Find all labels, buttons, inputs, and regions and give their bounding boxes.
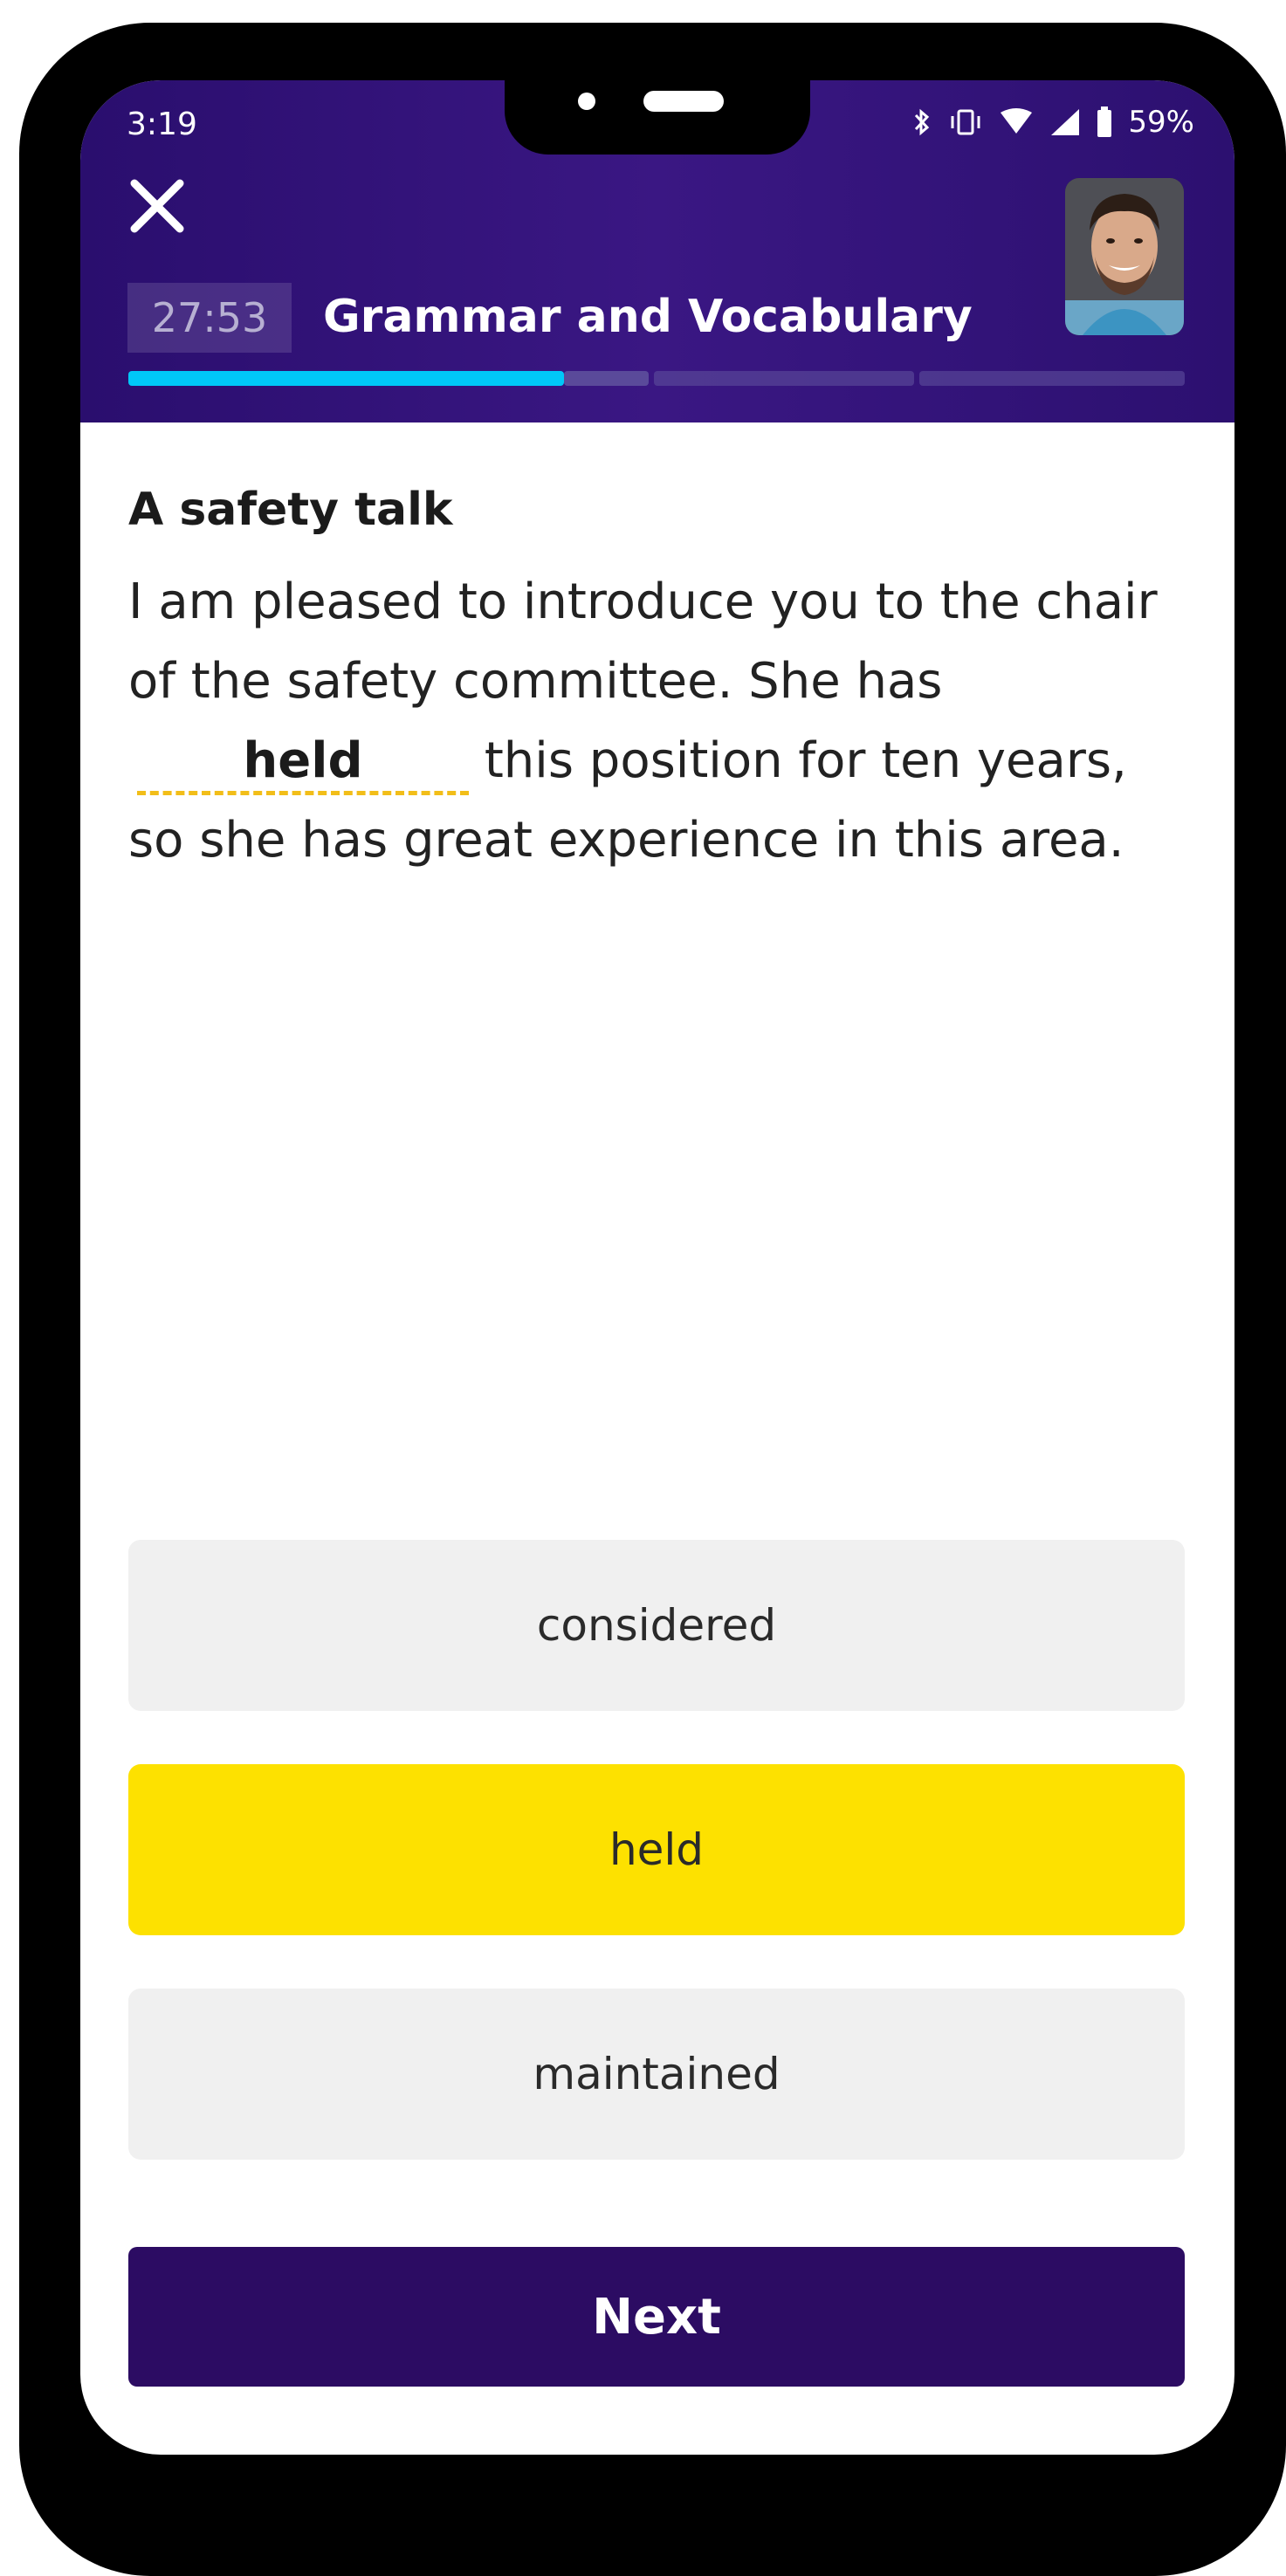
battery-icon bbox=[1097, 106, 1112, 137]
signal-icon bbox=[1051, 109, 1080, 135]
progress-bar bbox=[128, 371, 1185, 386]
vibrate-icon bbox=[951, 109, 980, 135]
progress-fill bbox=[128, 371, 564, 386]
progress-segment bbox=[919, 371, 1185, 386]
status-icons: 59% bbox=[911, 105, 1194, 140]
camera-icon bbox=[578, 93, 595, 110]
countdown-timer: 27:53 bbox=[127, 283, 292, 353]
question-passage: I am pleased to introduce you to the cha… bbox=[128, 562, 1189, 880]
wifi-icon bbox=[1001, 108, 1033, 134]
progress-segment bbox=[654, 371, 914, 386]
app-screen: 3:19 59% 27:53 Grammar and Vocabulary A … bbox=[80, 80, 1234, 2455]
option-considered[interactable]: considered bbox=[128, 1540, 1185, 1711]
speaker-icon bbox=[643, 91, 724, 112]
battery-percent: 59% bbox=[1128, 105, 1194, 140]
header: 3:19 59% 27:53 Grammar and Vocabulary bbox=[80, 80, 1234, 422]
option-held[interactable]: held bbox=[128, 1764, 1185, 1935]
section-title: Grammar and Vocabulary bbox=[323, 291, 973, 343]
close-icon[interactable] bbox=[129, 178, 185, 234]
bluetooth-icon bbox=[915, 108, 930, 136]
option-maintained[interactable]: maintained bbox=[128, 1989, 1185, 2160]
answer-gap[interactable]: held bbox=[137, 732, 469, 795]
next-button[interactable]: Next bbox=[128, 2247, 1185, 2387]
tutor-avatar bbox=[1065, 178, 1184, 335]
status-time: 3:19 bbox=[127, 106, 197, 142]
progress-segment bbox=[564, 371, 649, 386]
passage-text-before: I am pleased to introduce you to the cha… bbox=[128, 574, 1158, 710]
question-title: A safety talk bbox=[128, 484, 453, 536]
